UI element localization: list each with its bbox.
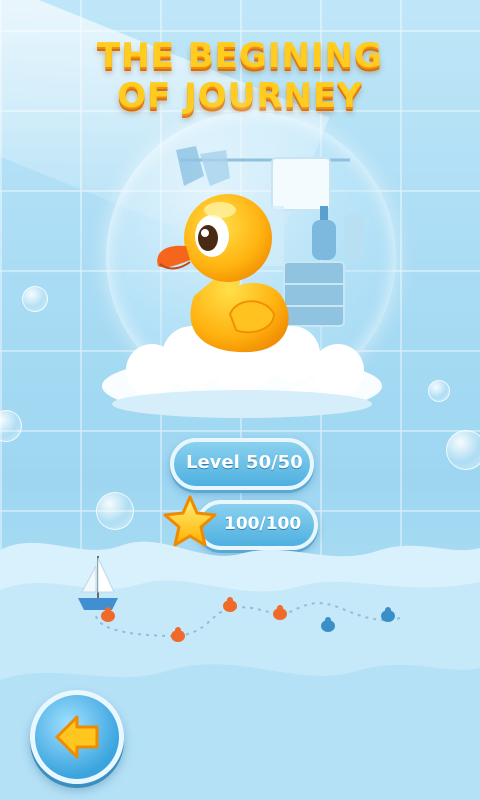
level-marker-icon — [223, 597, 237, 612]
level-marker-icon — [321, 617, 335, 632]
level-marker-icon — [381, 607, 395, 622]
level-counter: Level 50/50 — [170, 438, 314, 490]
level-markers — [101, 597, 395, 642]
level-marker-icon — [101, 607, 115, 622]
level-marker-icon — [171, 627, 185, 642]
back-arrow-icon — [55, 715, 99, 759]
rubber-duck-icon — [157, 194, 289, 353]
level-marker-icon — [273, 605, 287, 620]
level-label: Level 50/50 — [186, 452, 303, 473]
back-button[interactable] — [30, 690, 124, 784]
